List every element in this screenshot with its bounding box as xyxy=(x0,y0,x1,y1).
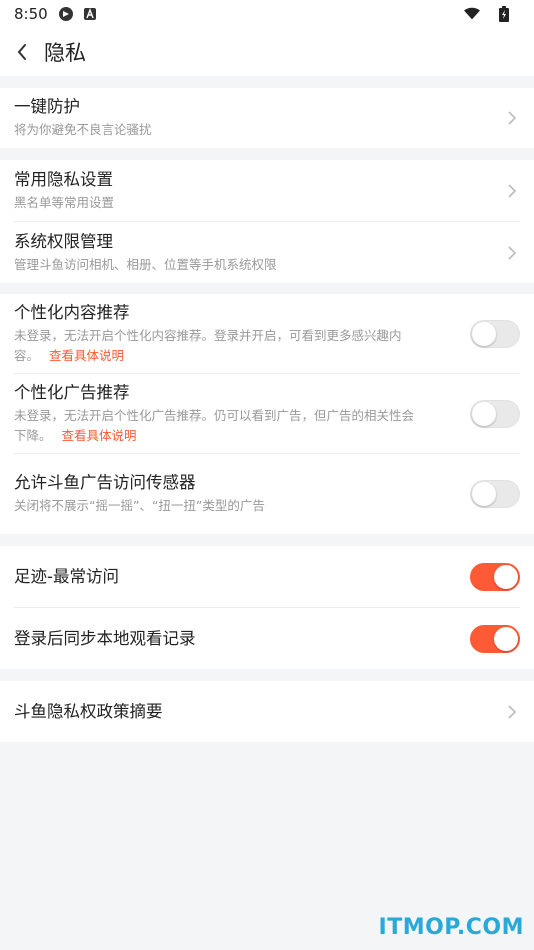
row-title: 足迹-最常访问 xyxy=(14,567,119,586)
row-subtitle: 关闭将不展示“摇一摇”、“扭一扭”类型的广告 xyxy=(14,498,265,513)
ad-recommendation-toggle[interactable] xyxy=(470,400,520,428)
details-link[interactable]: 查看具体说明 xyxy=(49,348,124,363)
section-settings: 常用隐私设置 黑名单等常用设置 系统权限管理 管理斗鱼访问相机、相册、位置等手机… xyxy=(0,160,534,283)
toggle-knob xyxy=(494,565,518,589)
row-common-settings[interactable]: 常用隐私设置 黑名单等常用设置 xyxy=(0,160,534,222)
chevron-right-icon xyxy=(504,183,520,199)
row-title: 常用隐私设置 xyxy=(14,170,113,189)
toggle-knob xyxy=(472,482,496,506)
battery-icon xyxy=(496,6,512,22)
row-subtitle: 未登录，无法开启个性化广告推荐。仍可以看到广告，但广告的相关性会 下降。 查看具体… xyxy=(14,406,470,446)
subtitle-line-1: 未登录，无法开启个性化内容推荐。登录并开启，可看到更多感兴趣内 xyxy=(14,328,402,343)
section-protection: 一键防护 将为你避免不良言论骚扰 xyxy=(0,88,534,148)
app-notification-icon xyxy=(82,6,98,22)
row-title: 个性化内容推荐 xyxy=(14,303,130,322)
details-link[interactable]: 查看具体说明 xyxy=(62,428,137,443)
row-subtitle: 未登录，无法开启个性化内容推荐。登录并开启，可看到更多感兴趣内 容。 查看具体说明 xyxy=(14,326,470,366)
row-title: 系统权限管理 xyxy=(14,231,113,251)
row-subtitle: 将为你避免不良言论骚扰 xyxy=(14,122,152,137)
row-footprint: 足迹-最常访问 xyxy=(0,546,534,608)
row-subtitle: 管理斗鱼访问相机、相册、位置等手机系统权限 xyxy=(14,256,277,272)
section-personalization: 个性化内容推荐 未登录，无法开启个性化内容推荐。登录并开启，可看到更多感兴趣内 … xyxy=(0,294,534,534)
chevron-right-icon xyxy=(504,704,520,720)
wifi-icon xyxy=(464,6,480,22)
row-privacy-policy[interactable]: 斗鱼隐私权政策摘要 xyxy=(0,681,534,742)
section-history: 足迹-最常访问 登录后同步本地观看记录 xyxy=(0,546,534,669)
chevron-right-icon xyxy=(504,110,520,126)
row-title: 个性化广告推荐 xyxy=(14,383,130,402)
section-policy: 斗鱼隐私权政策摘要 xyxy=(0,681,534,742)
footprint-toggle[interactable] xyxy=(470,563,520,591)
chevron-right-icon xyxy=(504,245,520,261)
status-bar: 8:50 xyxy=(0,0,534,28)
row-sensor-access: 允许斗鱼广告访问传感器 关闭将不展示“摇一摇”、“扭一扭”类型的广告 xyxy=(0,454,534,534)
subtitle-line-1: 未登录，无法开启个性化广告推荐。仍可以看到广告，但广告的相关性会 xyxy=(14,408,415,423)
row-content-recommendation: 个性化内容推荐 未登录，无法开启个性化内容推荐。登录并开启，可看到更多感兴趣内 … xyxy=(0,294,534,374)
location-icon xyxy=(58,6,74,22)
chevron-left-icon xyxy=(17,44,26,60)
row-title: 斗鱼隐私权政策摘要 xyxy=(14,701,163,721)
toggle-knob xyxy=(472,322,496,346)
subtitle-line-2: 容。 xyxy=(14,348,40,363)
row-ad-recommendation: 个性化广告推荐 未登录，无法开启个性化广告推荐。仍可以看到广告，但广告的相关性会… xyxy=(0,374,534,454)
row-title: 登录后同步本地观看记录 xyxy=(14,628,196,648)
header: 隐私 xyxy=(0,28,534,76)
watermark: ITMOP.COM xyxy=(378,915,524,940)
row-title: 一键防护 xyxy=(14,97,80,116)
sync-history-toggle[interactable] xyxy=(470,624,520,653)
subtitle-line-2: 下降。 xyxy=(14,428,52,443)
row-title: 允许斗鱼广告访问传感器 xyxy=(14,473,196,492)
row-sync-history: 登录后同步本地观看记录 xyxy=(0,608,534,669)
row-subtitle: 黑名单等常用设置 xyxy=(14,195,115,210)
sensor-access-toggle[interactable] xyxy=(470,480,520,508)
row-protection[interactable]: 一键防护 将为你避免不良言论骚扰 xyxy=(0,88,534,148)
back-button[interactable] xyxy=(2,28,42,76)
toggle-knob xyxy=(494,626,518,651)
page-title: 隐私 xyxy=(44,41,86,65)
status-time: 8:50 xyxy=(14,5,48,23)
row-system-permissions[interactable]: 系统权限管理 管理斗鱼访问相机、相册、位置等手机系统权限 xyxy=(0,222,534,283)
content-recommendation-toggle[interactable] xyxy=(470,320,520,348)
toggle-knob xyxy=(472,402,496,426)
